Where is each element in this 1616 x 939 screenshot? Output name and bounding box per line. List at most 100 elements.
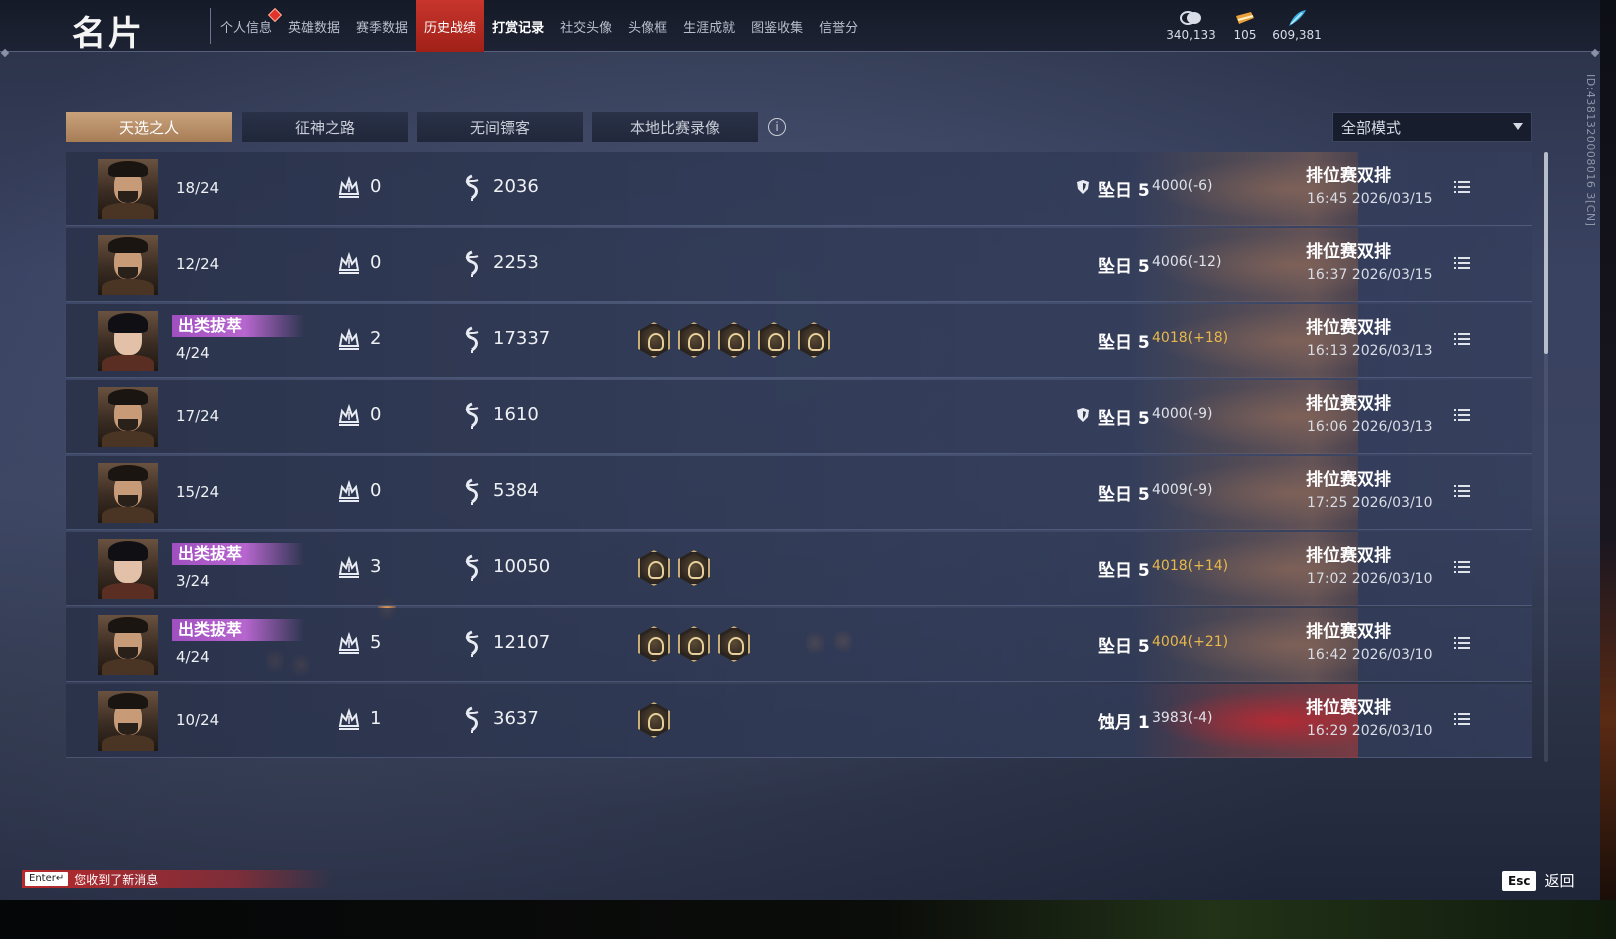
kills-value: 0	[370, 252, 382, 273]
nav-tab[interactable]: 赛季数据	[348, 0, 416, 52]
nav-tab-label: 英雄数据	[288, 20, 341, 36]
rank-score: 3983(-4)	[1152, 710, 1213, 726]
rank-name: 坠日 5	[1098, 181, 1150, 201]
medal-icon[interactable]	[638, 322, 670, 358]
medal-icon[interactable]	[758, 322, 790, 358]
currency-item: 105	[1220, 8, 1270, 42]
coin-stack-icon	[1179, 8, 1203, 28]
match-row[interactable]: 15/24 0 5384 坠日 5 4009(-9) 排位赛双排 17:25 2026/03…	[66, 456, 1532, 530]
nav-tab[interactable]: 个人信息	[212, 0, 283, 52]
match-mode: 排位赛双排	[1306, 622, 1391, 642]
hero-avatar[interactable]	[98, 311, 158, 371]
info-icon[interactable]: i	[768, 118, 786, 136]
hero-avatar[interactable]	[98, 159, 158, 219]
sub-tab[interactable]: 征神之路	[242, 112, 408, 142]
hero-avatar[interactable]	[98, 691, 158, 751]
rank-score: 4009(-9)	[1152, 482, 1213, 498]
nav-tab-label: 头像框	[628, 20, 668, 36]
rank-score: 4006(-12)	[1152, 254, 1222, 270]
rank-name: 坠日 5	[1098, 485, 1150, 505]
chevron-down-icon	[1513, 123, 1523, 130]
crown-icon	[336, 554, 362, 580]
nav-tab[interactable]: 图鉴收集	[743, 0, 811, 52]
notification-text: 您收到了新消息	[74, 872, 159, 887]
rank-name: 坠日 5	[1098, 333, 1150, 353]
sub-tab[interactable]: 天选之人	[66, 112, 232, 142]
match-row[interactable]: 出类拔萃 4/24 2 17337 坠日 5 4018(+18) 排位赛双排 16:13 20…	[66, 304, 1532, 378]
gold-icon	[462, 174, 482, 202]
ticket-icon	[1233, 8, 1257, 28]
enter-key-hint: Enter↵	[25, 872, 69, 886]
crown-icon	[336, 326, 362, 352]
message-notification[interactable]: Enter↵ 您收到了新消息	[22, 870, 332, 888]
match-row[interactable]: 出类拔萃 3/24 3 10050 坠日 5 4018(+14) 排位赛双排 17:02 20…	[66, 532, 1532, 606]
match-row[interactable]: 17/24 0 1610 坠日 5 4000(-9) 排位赛双排 16:06 2026/03…	[66, 380, 1532, 454]
back-button[interactable]: Esc 返回	[1502, 870, 1574, 891]
list-detail-icon[interactable]	[1454, 713, 1470, 727]
nav-tab-label: 图鉴收集	[751, 20, 804, 36]
scrollbar-thumb[interactable]	[1544, 152, 1548, 354]
background-scene: 名片 个人信息 英雄数据 赛季数据 历史战绩 打赏记录 社交头像 头像框 生涯成就 图鉴收集 信誉…	[0, 0, 1600, 900]
nav-tabs: 个人信息 英雄数据 赛季数据 历史战绩 打赏记录 社交头像 头像框 生涯成就 图鉴收集 信誉分	[212, 0, 866, 52]
nav-tab[interactable]: 头像框	[620, 0, 675, 52]
match-history-list: 18/24 0 2036 坠日 5 4000(-6) 排位赛双排 16:45 2026/03…	[66, 152, 1532, 760]
mode-filter-select[interactable]: 全部模式	[1332, 112, 1532, 142]
esc-key-hint: Esc	[1502, 870, 1537, 891]
hero-avatar[interactable]	[98, 463, 158, 523]
hero-avatar[interactable]	[98, 539, 158, 599]
kills-value: 0	[370, 404, 382, 425]
gold-value: 10050	[493, 556, 551, 577]
sub-tab[interactable]: 无间镖客	[417, 112, 583, 142]
medal-icon[interactable]	[718, 322, 750, 358]
hero-avatar[interactable]	[98, 387, 158, 447]
medal-icon[interactable]	[638, 702, 670, 738]
crown-icon	[336, 478, 362, 504]
match-row[interactable]: 10/24 1 3637 蚀月 1 3983(-4) 排位赛双排 16:29 2026/03…	[66, 684, 1532, 758]
nav-tab[interactable]: 信誉分	[811, 0, 866, 52]
match-time: 16:37 2026/03/15	[1307, 267, 1433, 283]
match-time: 16:42 2026/03/10	[1307, 647, 1433, 663]
nav-tab[interactable]: 打赏记录	[484, 0, 552, 52]
nav-tab-label: 信誉分	[819, 20, 859, 36]
placement-ratio: 17/24	[176, 407, 220, 425]
gold-icon	[462, 250, 482, 278]
list-detail-icon[interactable]	[1454, 333, 1470, 347]
hero-avatar[interactable]	[98, 235, 158, 295]
rank-name: 坠日 5	[1098, 637, 1150, 657]
medal-icon[interactable]	[798, 322, 830, 358]
match-row[interactable]: 12/24 0 2253 坠日 5 4006(-12) 排位赛双排 16:37 2026/0…	[66, 228, 1532, 302]
nav-tab[interactable]: 历史战绩	[416, 0, 485, 52]
sub-tab[interactable]: 本地比赛录像	[592, 112, 758, 142]
rank-name: 蚀月 1	[1098, 713, 1150, 733]
medal-list	[638, 626, 750, 662]
list-detail-icon[interactable]	[1454, 637, 1470, 651]
medal-icon[interactable]	[678, 550, 710, 586]
medal-icon[interactable]	[638, 626, 670, 662]
match-mode: 排位赛双排	[1306, 394, 1391, 414]
medal-icon[interactable]	[718, 626, 750, 662]
match-row[interactable]: 18/24 0 2036 坠日 5 4000(-6) 排位赛双排 16:45 2026/03…	[66, 152, 1532, 226]
gold-value: 2036	[493, 176, 539, 197]
list-detail-icon[interactable]	[1454, 485, 1470, 499]
rank-name: 坠日 5	[1098, 561, 1150, 581]
list-detail-icon[interactable]	[1454, 409, 1470, 423]
nav-tab[interactable]: 生涯成就	[675, 0, 743, 52]
hero-avatar[interactable]	[98, 615, 158, 675]
title-divider	[210, 8, 211, 44]
list-detail-icon[interactable]	[1454, 257, 1470, 271]
medal-icon[interactable]	[678, 626, 710, 662]
medal-icon[interactable]	[678, 322, 710, 358]
medal-icon[interactable]	[638, 550, 670, 586]
nav-tab[interactable]: 英雄数据	[280, 0, 348, 52]
match-time: 17:25 2026/03/10	[1307, 495, 1433, 511]
nav-tab[interactable]: 社交头像	[552, 0, 620, 52]
gold-value: 12107	[493, 632, 551, 653]
shield-icon	[1076, 407, 1090, 423]
placement-ratio: 3/24	[176, 572, 210, 590]
list-detail-icon[interactable]	[1454, 181, 1470, 195]
match-row[interactable]: 出类拔萃 4/24 5 12107 坠日 5 4004(+21) 排位赛双排 16:42 20…	[66, 608, 1532, 682]
match-time: 16:13 2026/03/13	[1307, 343, 1433, 359]
gold-icon	[462, 402, 482, 430]
gold-icon	[462, 478, 482, 506]
list-detail-icon[interactable]	[1454, 561, 1470, 575]
